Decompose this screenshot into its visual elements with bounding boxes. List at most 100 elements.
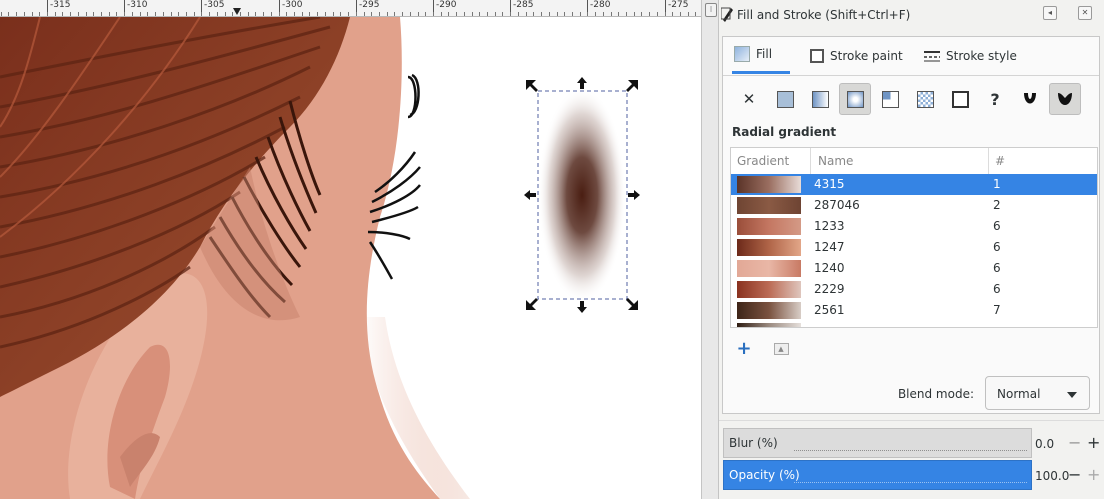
radial-gradient-icon [846, 90, 864, 108]
ruler-minor-tick [286, 12, 287, 16]
ruler-position-marker [233, 8, 241, 15]
opacity-decrement-button[interactable]: − [1068, 465, 1081, 484]
gradient-name: 1247 [814, 240, 845, 254]
ruler-tick-label: -300 [282, 0, 303, 10]
gradient-swatch [737, 239, 801, 256]
column-count[interactable]: # [995, 154, 1005, 168]
opacity-value[interactable]: 100.0 [1035, 469, 1069, 483]
ruler-minor-tick [533, 12, 534, 16]
gradient-row[interactable]: 1247 6 [731, 237, 1097, 258]
drawing-canvas[interactable] [0, 17, 701, 499]
opacity-increment-button[interactable]: + [1087, 465, 1100, 484]
gradient-row[interactable]: 4315 1 [731, 174, 1097, 195]
fill-rule-evenodd-button[interactable] [1014, 83, 1046, 115]
plus-icon: + [736, 337, 752, 359]
radial-gradient-button[interactable] [839, 83, 871, 115]
tab-fill[interactable]: Fill [732, 37, 790, 74]
ruler-minor-tick [209, 12, 210, 16]
ruler-minor-tick [518, 12, 519, 16]
ruler-minor-tick [132, 12, 133, 16]
gradient-row[interactable]: 287046 2 [731, 195, 1097, 216]
ruler-minor-tick [394, 12, 395, 16]
ruler-minor-tick [603, 12, 604, 16]
ruler-minor-tick [472, 12, 473, 16]
gradient-list[interactable]: Gradient Name # 4315 1 287046 2 1233 6 1247 6 12… [730, 147, 1098, 328]
ruler-minor-tick [418, 12, 419, 16]
ruler-minor-tick [93, 12, 94, 16]
mesh-gradient-button[interactable] [874, 83, 906, 115]
unset-paint-button[interactable]: ? [979, 83, 1011, 115]
gradient-use-count: 6 [993, 282, 1001, 296]
fill-stroke-notebook: Fill Stroke paint Stroke style ✕ ? Radia… [722, 36, 1100, 414]
fill-rule-nonzero-button[interactable] [1049, 83, 1081, 115]
opacity-slider[interactable]: Opacity (%) [723, 460, 1032, 490]
gradient-swatch [737, 197, 801, 214]
gradient-name: 2229 [814, 282, 845, 296]
horizontal-ruler[interactable]: -315 -310 -305 -300 -295 -290 -285 -280 -275 [0, 0, 701, 17]
ruler-minor-tick [680, 12, 681, 16]
ruler-minor-tick [487, 12, 488, 16]
gradient-use-count: 6 [993, 240, 1001, 254]
swatch-button[interactable] [944, 83, 976, 115]
stroke-paint-icon [810, 48, 824, 63]
ruler-minor-tick [248, 12, 249, 16]
pattern-button[interactable] [909, 83, 941, 115]
ruler-minor-tick [255, 12, 256, 16]
ruler-minor-tick [379, 12, 380, 16]
ruler-minor-tick [140, 12, 141, 16]
ruler-minor-tick [32, 12, 33, 16]
ruler-minor-tick [456, 12, 457, 16]
gradient-swatch [737, 302, 801, 319]
tab-stroke-style[interactable]: Stroke style [924, 37, 1017, 74]
ruler-minor-tick [364, 12, 365, 16]
blend-mode-select[interactable]: Normal [985, 376, 1090, 410]
fill-swatch-icon [734, 46, 750, 62]
ruler-minor-tick [580, 12, 581, 16]
flat-color-button[interactable] [769, 83, 801, 115]
ruler-minor-tick [564, 12, 565, 16]
gradient-row[interactable] [731, 321, 1097, 327]
gradient-swatch [737, 323, 801, 327]
gradient-type-title: Radial gradient [732, 125, 837, 139]
ruler-minor-tick [611, 12, 612, 16]
no-paint-button[interactable]: ✕ [733, 83, 765, 115]
gradient-name: 1240 [814, 261, 845, 275]
blur-increment-button[interactable]: + [1087, 433, 1100, 452]
tab-stroke-paint[interactable]: Stroke paint [810, 37, 903, 74]
gradient-row[interactable]: 1240 6 [731, 258, 1097, 279]
dock-handle[interactable]: ⁝ [701, 0, 719, 499]
ruler-minor-tick [448, 12, 449, 16]
linear-gradient-button[interactable] [804, 83, 836, 115]
ruler-minor-tick [356, 12, 357, 16]
undock-button[interactable]: ◂ [1043, 6, 1057, 20]
blur-decrement-button[interactable]: − [1068, 433, 1081, 452]
ruler-minor-tick [333, 12, 334, 16]
gradient-row[interactable]: 2229 6 [731, 279, 1097, 300]
ruler-tick-label: -285 [513, 0, 534, 10]
blur-value[interactable]: 0.0 [1035, 437, 1054, 451]
tab-stroke-paint-label: Stroke paint [830, 48, 903, 63]
ruler-minor-tick [78, 12, 79, 16]
gradient-edit-icon: ▲ [773, 343, 789, 355]
ruler-minor-tick [641, 12, 642, 16]
ruler-minor-tick [441, 12, 442, 16]
ruler-minor-tick [194, 12, 195, 16]
gradient-row[interactable]: 2561 7 [731, 300, 1097, 321]
ruler-tick-label: -315 [50, 0, 71, 10]
dock-grip-icon[interactable]: ⁝ [705, 3, 717, 17]
gradient-name: 1233 [814, 219, 845, 233]
ruler-minor-tick [155, 12, 156, 16]
ruler-minor-tick [526, 12, 527, 16]
gradient-name: 2561 [814, 303, 845, 317]
column-gradient[interactable]: Gradient [737, 154, 789, 168]
blur-slider[interactable]: Blur (%) [723, 428, 1032, 458]
gradient-row[interactable]: 1233 6 [731, 216, 1097, 237]
gradient-use-count: 2 [993, 198, 1001, 212]
close-dialog-button[interactable]: ✕ [1078, 6, 1092, 20]
ruler-minor-tick [302, 12, 303, 16]
swatch-icon [951, 90, 969, 108]
ruler-minor-tick [657, 12, 658, 16]
column-name[interactable]: Name [818, 154, 853, 168]
edit-gradient-button[interactable]: ▲ [773, 341, 789, 357]
add-gradient-button[interactable]: + [736, 337, 752, 359]
